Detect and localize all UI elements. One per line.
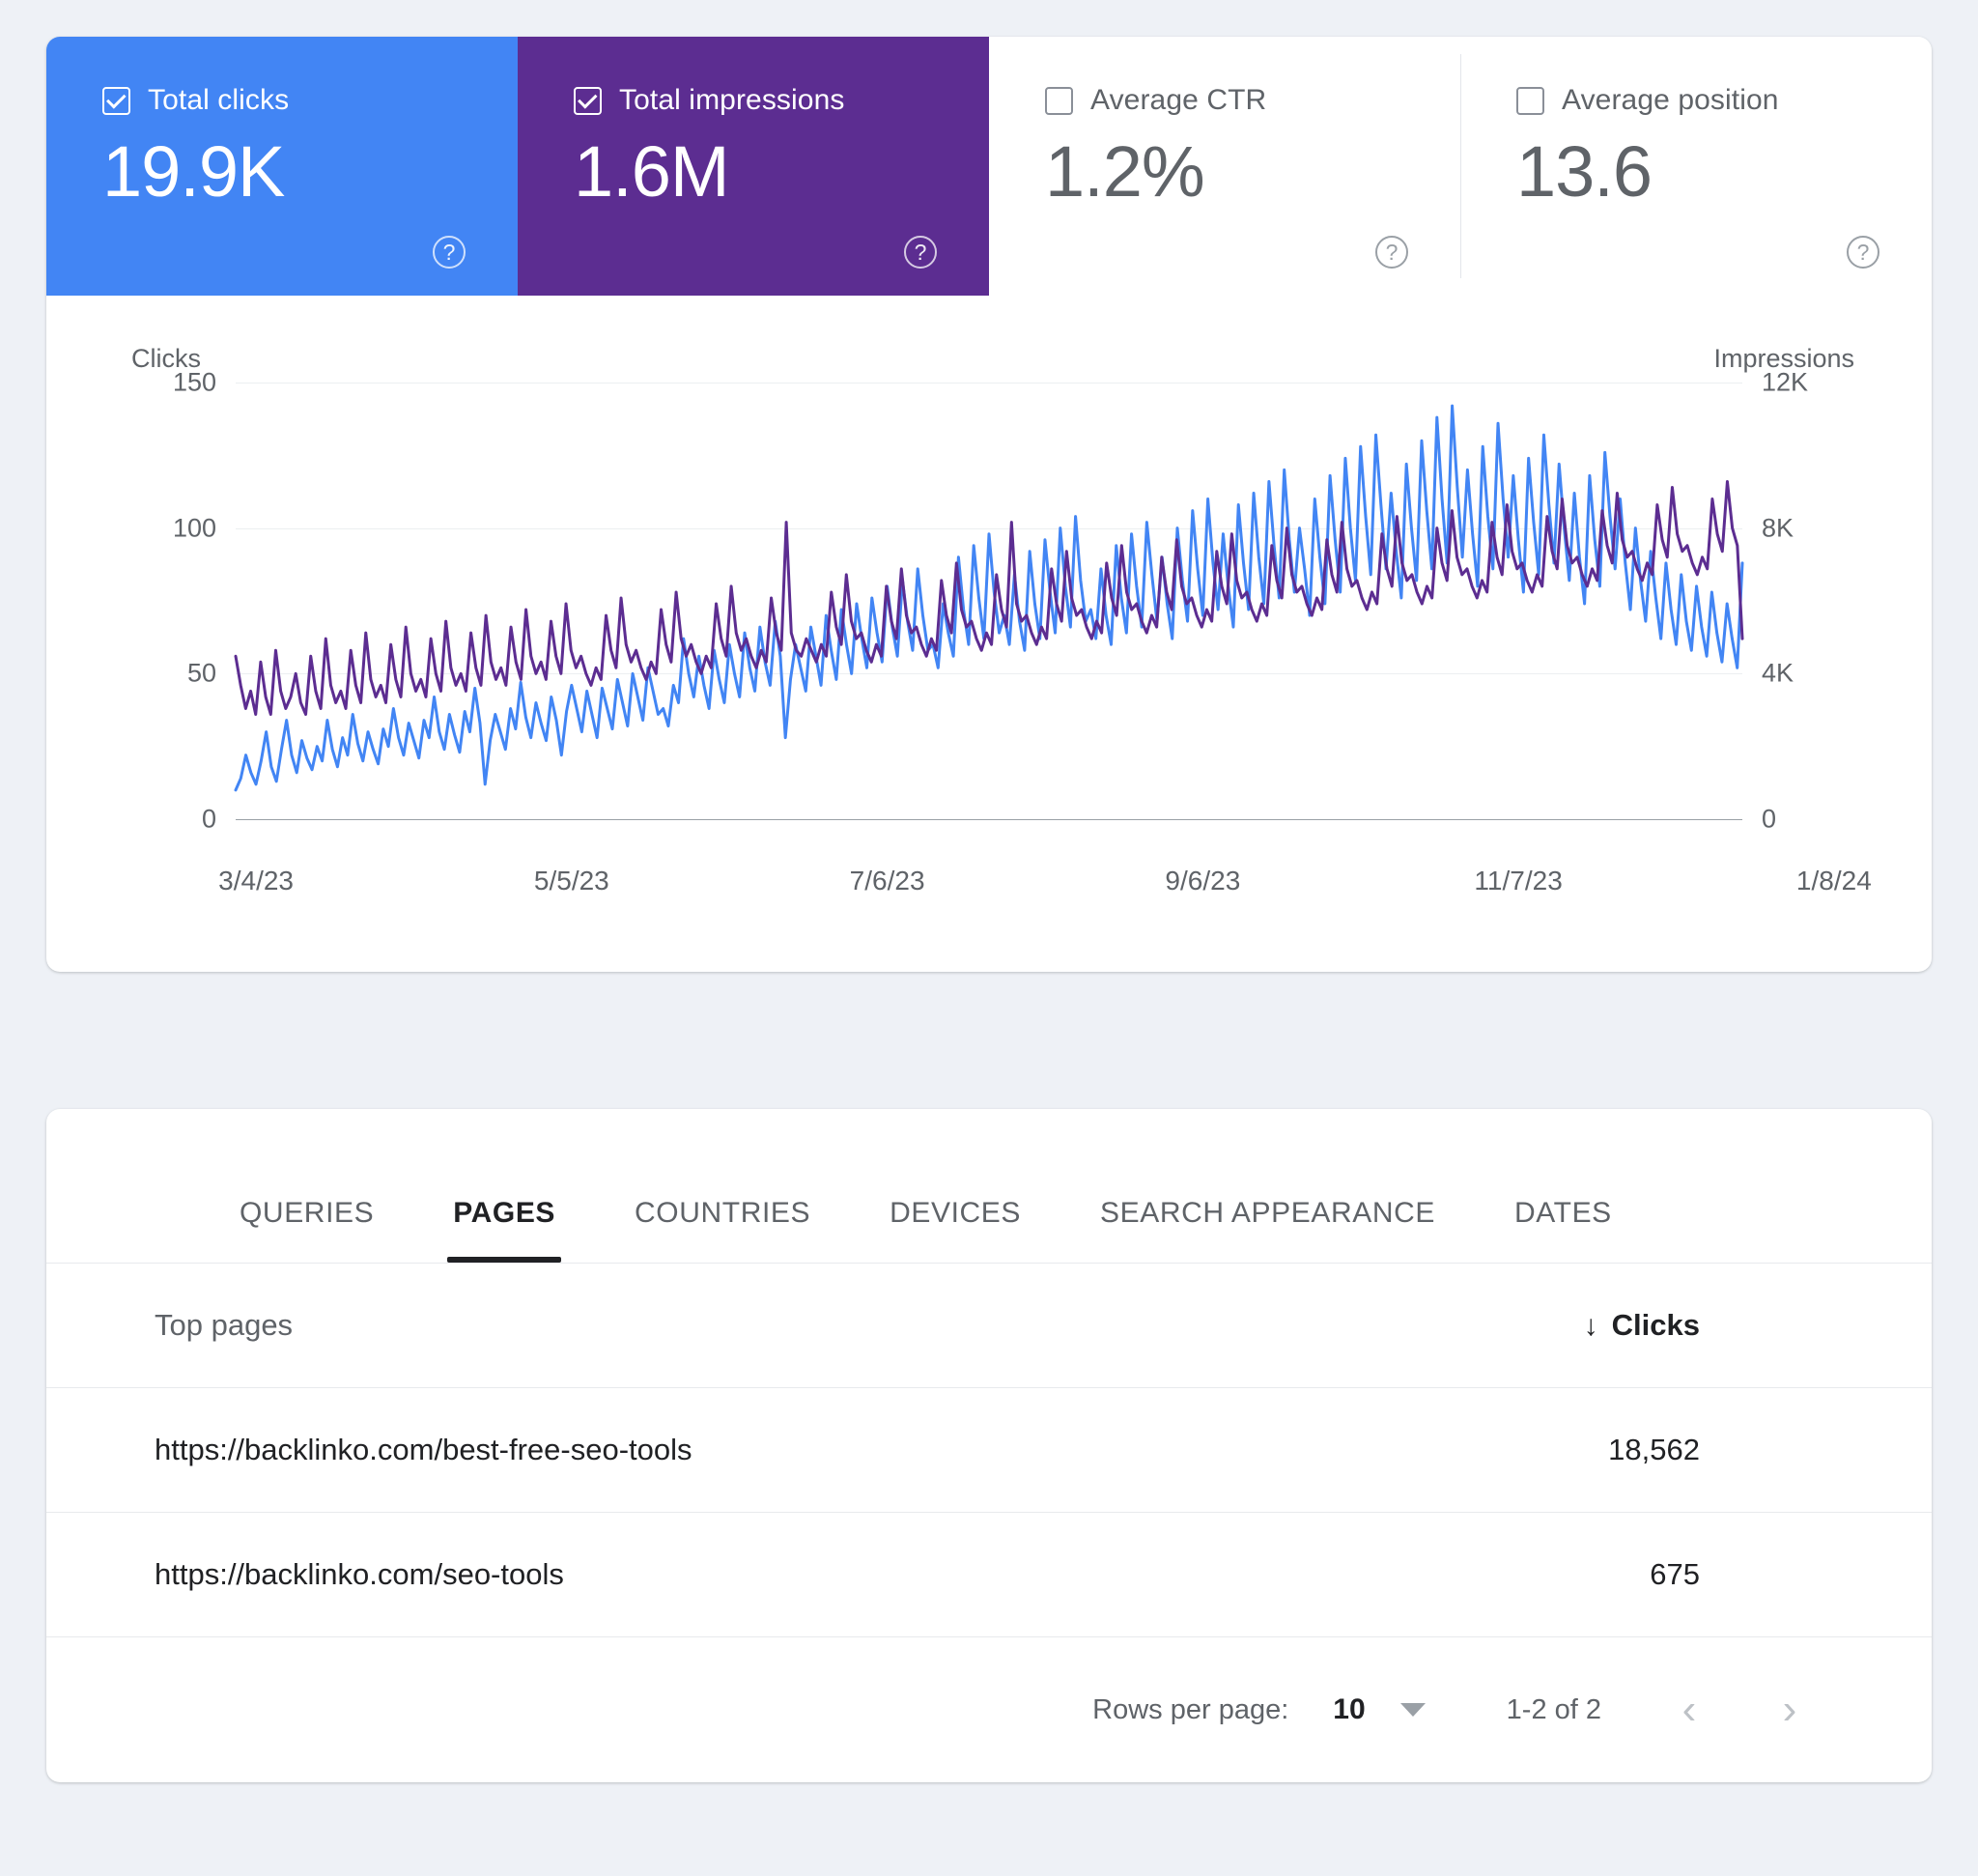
previous-page-icon[interactable]: ‹: [1655, 1686, 1723, 1734]
checkbox-total-impressions[interactable]: [574, 86, 602, 115]
metrics-row: Total clicks 19.9K ? Total impressions 1…: [46, 37, 1932, 296]
checkbox-average-ctr[interactable]: [1045, 86, 1073, 115]
metric-card-total-impressions[interactable]: Total impressions 1.6M ?: [518, 37, 989, 296]
series-line: [236, 406, 1742, 790]
table-body: https://backlinko.com/best-free-seo-tool…: [46, 1387, 1932, 1637]
rows-per-page-value[interactable]: 10: [1333, 1693, 1365, 1726]
right-axis-tick: 0: [1762, 804, 1777, 834]
tab-dates[interactable]: DATES: [1514, 1197, 1612, 1263]
search-console-performance-page: Total clicks 19.9K ? Total impressions 1…: [0, 0, 1978, 1876]
metric-label: Total clicks: [148, 84, 290, 116]
checkbox-average-position[interactable]: [1516, 86, 1544, 115]
x-axis-tick-label: 1/8/24: [1795, 866, 1872, 895]
help-icon[interactable]: ?: [433, 236, 466, 269]
metric-header: Average position: [1516, 83, 1932, 118]
tab-devices[interactable]: DEVICES: [890, 1197, 1021, 1263]
table-header-row: Top pages ↓ Clicks Impressions: [46, 1264, 1932, 1388]
metric-card-average-position[interactable]: Average position 13.6 ?: [1460, 37, 1932, 296]
sort-descending-icon: ↓: [1583, 1310, 1598, 1342]
series-lines: [236, 383, 1742, 819]
metric-label: Average CTR: [1090, 84, 1267, 116]
performance-card: Total clicks 19.9K ? Total impressions 1…: [46, 37, 1932, 972]
metric-label: Average position: [1562, 84, 1779, 116]
metric-value: 1.2%: [1045, 131, 1205, 212]
rows-per-page-label: Rows per page:: [1092, 1693, 1289, 1725]
table-header: Top pages ↓ Clicks Impressions: [46, 1264, 1932, 1388]
metric-header: Total impressions: [574, 83, 989, 118]
left-axis-tick: 50: [186, 658, 216, 688]
help-icon[interactable]: ?: [1375, 236, 1408, 269]
x-axis-tick-label: 9/6/23: [1165, 866, 1241, 895]
next-page-icon[interactable]: ›: [1756, 1686, 1823, 1734]
right-axis-tick: 12K: [1762, 367, 1809, 397]
metric-value: 19.9K: [102, 131, 285, 212]
tab-pages[interactable]: PAGES: [447, 1197, 561, 1263]
table-row[interactable]: https://backlinko.com/best-free-seo-tool…: [46, 1387, 1932, 1513]
right-axis-tick: 8K: [1762, 513, 1794, 543]
help-icon[interactable]: ?: [904, 236, 937, 269]
metric-label: Total impressions: [619, 84, 845, 116]
dimension-tabs: QUERIES PAGES COUNTRIES DEVICES SEARCH APPEA…: [46, 1109, 1932, 1264]
cell-clicks: 675: [1333, 1512, 1767, 1637]
cell-impressions: 1,185,490: [1767, 1387, 1932, 1513]
pagination-range: 1-2 of 2: [1506, 1693, 1601, 1725]
left-axis-tick: 100: [172, 513, 216, 543]
metric-value: 1.6M: [574, 131, 730, 212]
table-row[interactable]: https://backlinko.com/seo-tools675118,78…: [46, 1512, 1932, 1637]
left-axis-tick: 0: [201, 804, 216, 834]
help-icon[interactable]: ?: [1847, 236, 1879, 269]
table-pagination: Rows per page: 10 1-2 of 2 ‹ ›: [46, 1637, 1932, 1782]
column-header-top-pages[interactable]: Top pages: [46, 1264, 1333, 1388]
cell-clicks: 18,562: [1333, 1387, 1767, 1513]
x-axis-tick-label: 3/4/23: [218, 866, 295, 895]
left-axis-tick: 150: [172, 367, 216, 397]
checkbox-total-clicks[interactable]: [102, 86, 130, 115]
cell-page-url[interactable]: https://backlinko.com/best-free-seo-tool…: [46, 1387, 1333, 1513]
x-axis-tick-label: 7/6/23: [849, 866, 925, 895]
metric-card-average-ctr[interactable]: Average CTR 1.2% ?: [989, 37, 1460, 296]
metric-header: Total clicks: [102, 83, 518, 118]
x-axis-tick-label: 5/5/23: [533, 866, 609, 895]
chevron-down-icon[interactable]: [1399, 1703, 1426, 1717]
tab-queries[interactable]: QUERIES: [240, 1197, 374, 1263]
top-pages-table: Top pages ↓ Clicks Impressions https://ba…: [46, 1264, 1932, 1637]
cell-impressions: 118,782: [1767, 1512, 1932, 1637]
x-axis-tick-label: 11/7/23: [1474, 866, 1563, 895]
right-axis-tick: 4K: [1762, 658, 1794, 688]
column-header-clicks[interactable]: ↓ Clicks: [1333, 1264, 1767, 1388]
performance-chart: Clicks Impressions 0 0 50 4K 100 8K 150 12K 3/4…: [46, 296, 1932, 972]
x-axis-labels: 3/4/23 5/5/23 7/6/23 9/6/23 11/7/23 1/8/24: [218, 866, 1872, 904]
tab-search-appearance[interactable]: SEARCH APPEARANCE: [1100, 1197, 1435, 1263]
metric-header: Average CTR: [1045, 83, 1460, 118]
column-header-clicks-label: Clicks: [1611, 1308, 1700, 1342]
gridline: [236, 819, 1742, 820]
dimension-table-card: QUERIES PAGES COUNTRIES DEVICES SEARCH APPEA…: [46, 1109, 1932, 1782]
plot-area: 0 0 50 4K 100 8K 150 12K: [173, 368, 1808, 834]
tab-countries[interactable]: COUNTRIES: [635, 1197, 810, 1263]
metric-card-total-clicks[interactable]: Total clicks 19.9K ?: [46, 37, 518, 296]
column-header-impressions[interactable]: Impressions: [1767, 1264, 1932, 1388]
cell-page-url[interactable]: https://backlinko.com/seo-tools: [46, 1512, 1333, 1637]
metric-value: 13.6: [1516, 131, 1653, 212]
